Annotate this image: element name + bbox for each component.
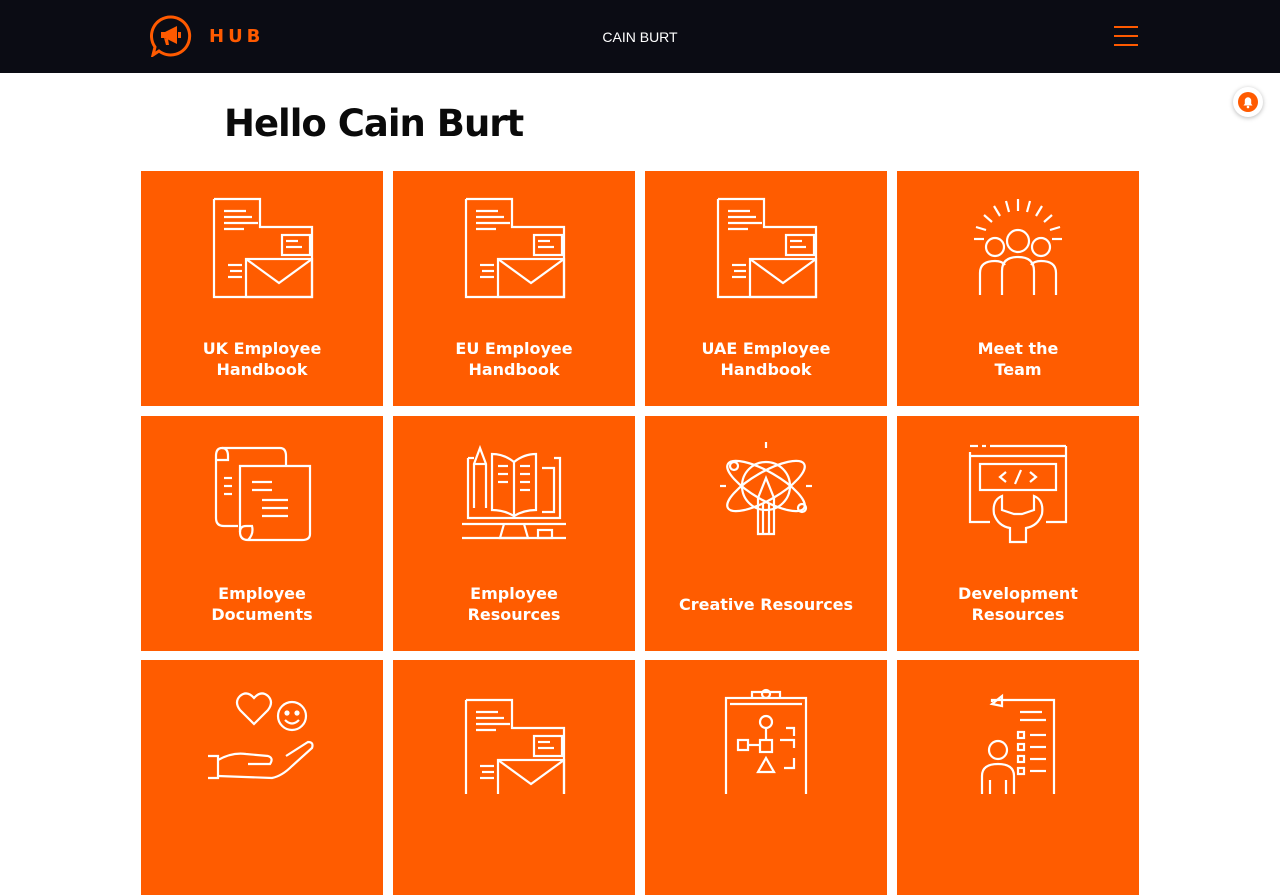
handbook-letter-icon (464, 698, 566, 794)
code-wrench-icon (968, 444, 1068, 544)
tile-label: Creative Resources (678, 595, 854, 614)
handbook-letter-icon (212, 197, 314, 299)
bell-icon (1238, 92, 1258, 112)
tile-label: UK Employee Handbook (202, 339, 322, 379)
user-name: CAIN BURT (602, 29, 678, 45)
person-checklist-icon (980, 693, 1056, 794)
page-title: Hello Cain Burt (224, 102, 524, 145)
tile-careers[interactable] (897, 660, 1139, 895)
tile-meet-the-team[interactable]: Meet the Team (897, 171, 1139, 406)
hand-heart-smile-icon (208, 692, 314, 780)
tile-employee-resources[interactable]: Employee Resources (393, 416, 635, 651)
handbook-letter-icon (716, 197, 818, 299)
tile-eu-employee-handbook[interactable]: EU Employee Handbook (393, 171, 635, 406)
tile-wellbeing[interactable] (141, 660, 383, 895)
megaphone-chat-icon[interactable] (150, 15, 192, 57)
clipboard-flowchart-icon (724, 688, 808, 794)
tile-employee-documents[interactable]: Employee Documents (141, 416, 383, 651)
tile-handbook[interactable] (393, 660, 635, 895)
scroll-document-icon (214, 446, 312, 542)
team-people-icon (974, 199, 1062, 295)
atom-pencil-icon (720, 442, 812, 536)
book-computer-icon (462, 444, 566, 540)
tile-label: Development Resources (958, 584, 1078, 624)
notification-button[interactable] (1233, 87, 1263, 117)
brand-name[interactable]: HUB (209, 26, 264, 47)
tile-label: Employee Documents (211, 584, 313, 624)
tile-processes[interactable] (645, 660, 887, 895)
top-nav-bar: HUB CAIN BURT (0, 0, 1280, 73)
hamburger-menu-icon[interactable] (1112, 24, 1140, 48)
tile-uae-employee-handbook[interactable]: UAE Employee Handbook (645, 171, 887, 406)
tile-label: Meet the Team (977, 339, 1059, 379)
tile-label: UAE Employee Handbook (701, 339, 831, 379)
tile-creative-resources[interactable]: Creative Resources (645, 416, 887, 651)
handbook-letter-icon (464, 197, 566, 299)
tile-label: Employee Resources (467, 584, 561, 624)
tile-label: EU Employee Handbook (455, 339, 573, 379)
tile-uk-employee-handbook[interactable]: UK Employee Handbook (141, 171, 383, 406)
tile-development-resources[interactable]: Development Resources (897, 416, 1139, 651)
